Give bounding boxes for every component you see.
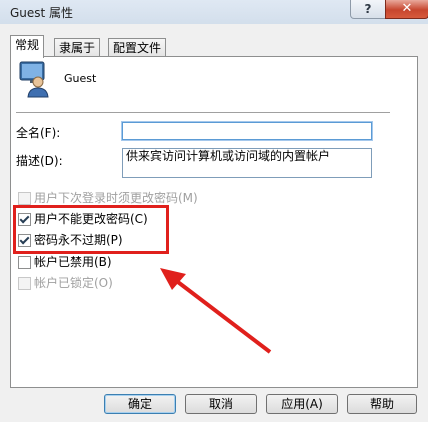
help-button[interactable]: 帮助 [347,394,417,414]
tab-profile[interactable]: 配置文件 [108,38,167,57]
ok-button[interactable]: 确定 [104,394,176,414]
tab-member-of[interactable]: 隶属于 [54,38,101,57]
cancel-button[interactable]: 取消 [185,394,257,414]
checkbox-account-disabled[interactable]: 帐户已禁用(B) [18,256,112,272]
checkbox-label: 帐户已锁定(O) [34,276,113,290]
separator [16,112,390,114]
dialog-client: 常规 隶属于 配置文件 Guest 全名(F): 描述(D): 供来宾访问计算机… [0,24,428,422]
fullname-input[interactable] [122,122,372,140]
description-input[interactable]: 供来宾访问计算机或访问域的内置帐户 [122,148,372,178]
checkbox-label: 用户下次登录时须更改密码(M) [34,191,198,205]
checkbox-label: 帐户已禁用(B) [34,255,112,269]
tab-general[interactable]: 常规 [10,35,45,58]
description-label: 描述(D): [16,154,63,168]
user-name: Guest [64,72,97,85]
fullname-label: 全名(F): [16,126,61,140]
checkbox-box[interactable] [18,277,31,290]
apply-button[interactable]: 应用(A) [266,394,338,414]
help-title-button[interactable]: ? [350,0,386,19]
highlight-box [13,205,169,254]
checkbox-box[interactable] [18,256,31,269]
close-button[interactable]: ✕ [385,0,428,19]
checkbox-account-locked[interactable]: 帐户已锁定(O) [18,277,113,293]
title-bar[interactable]: Guest 属性 ? ✕ [0,0,428,24]
user-avatar-icon [19,61,49,98]
window-title: Guest 属性 [10,6,74,20]
checkbox-box[interactable] [18,192,31,205]
annotation-arrow-icon [160,268,272,354]
